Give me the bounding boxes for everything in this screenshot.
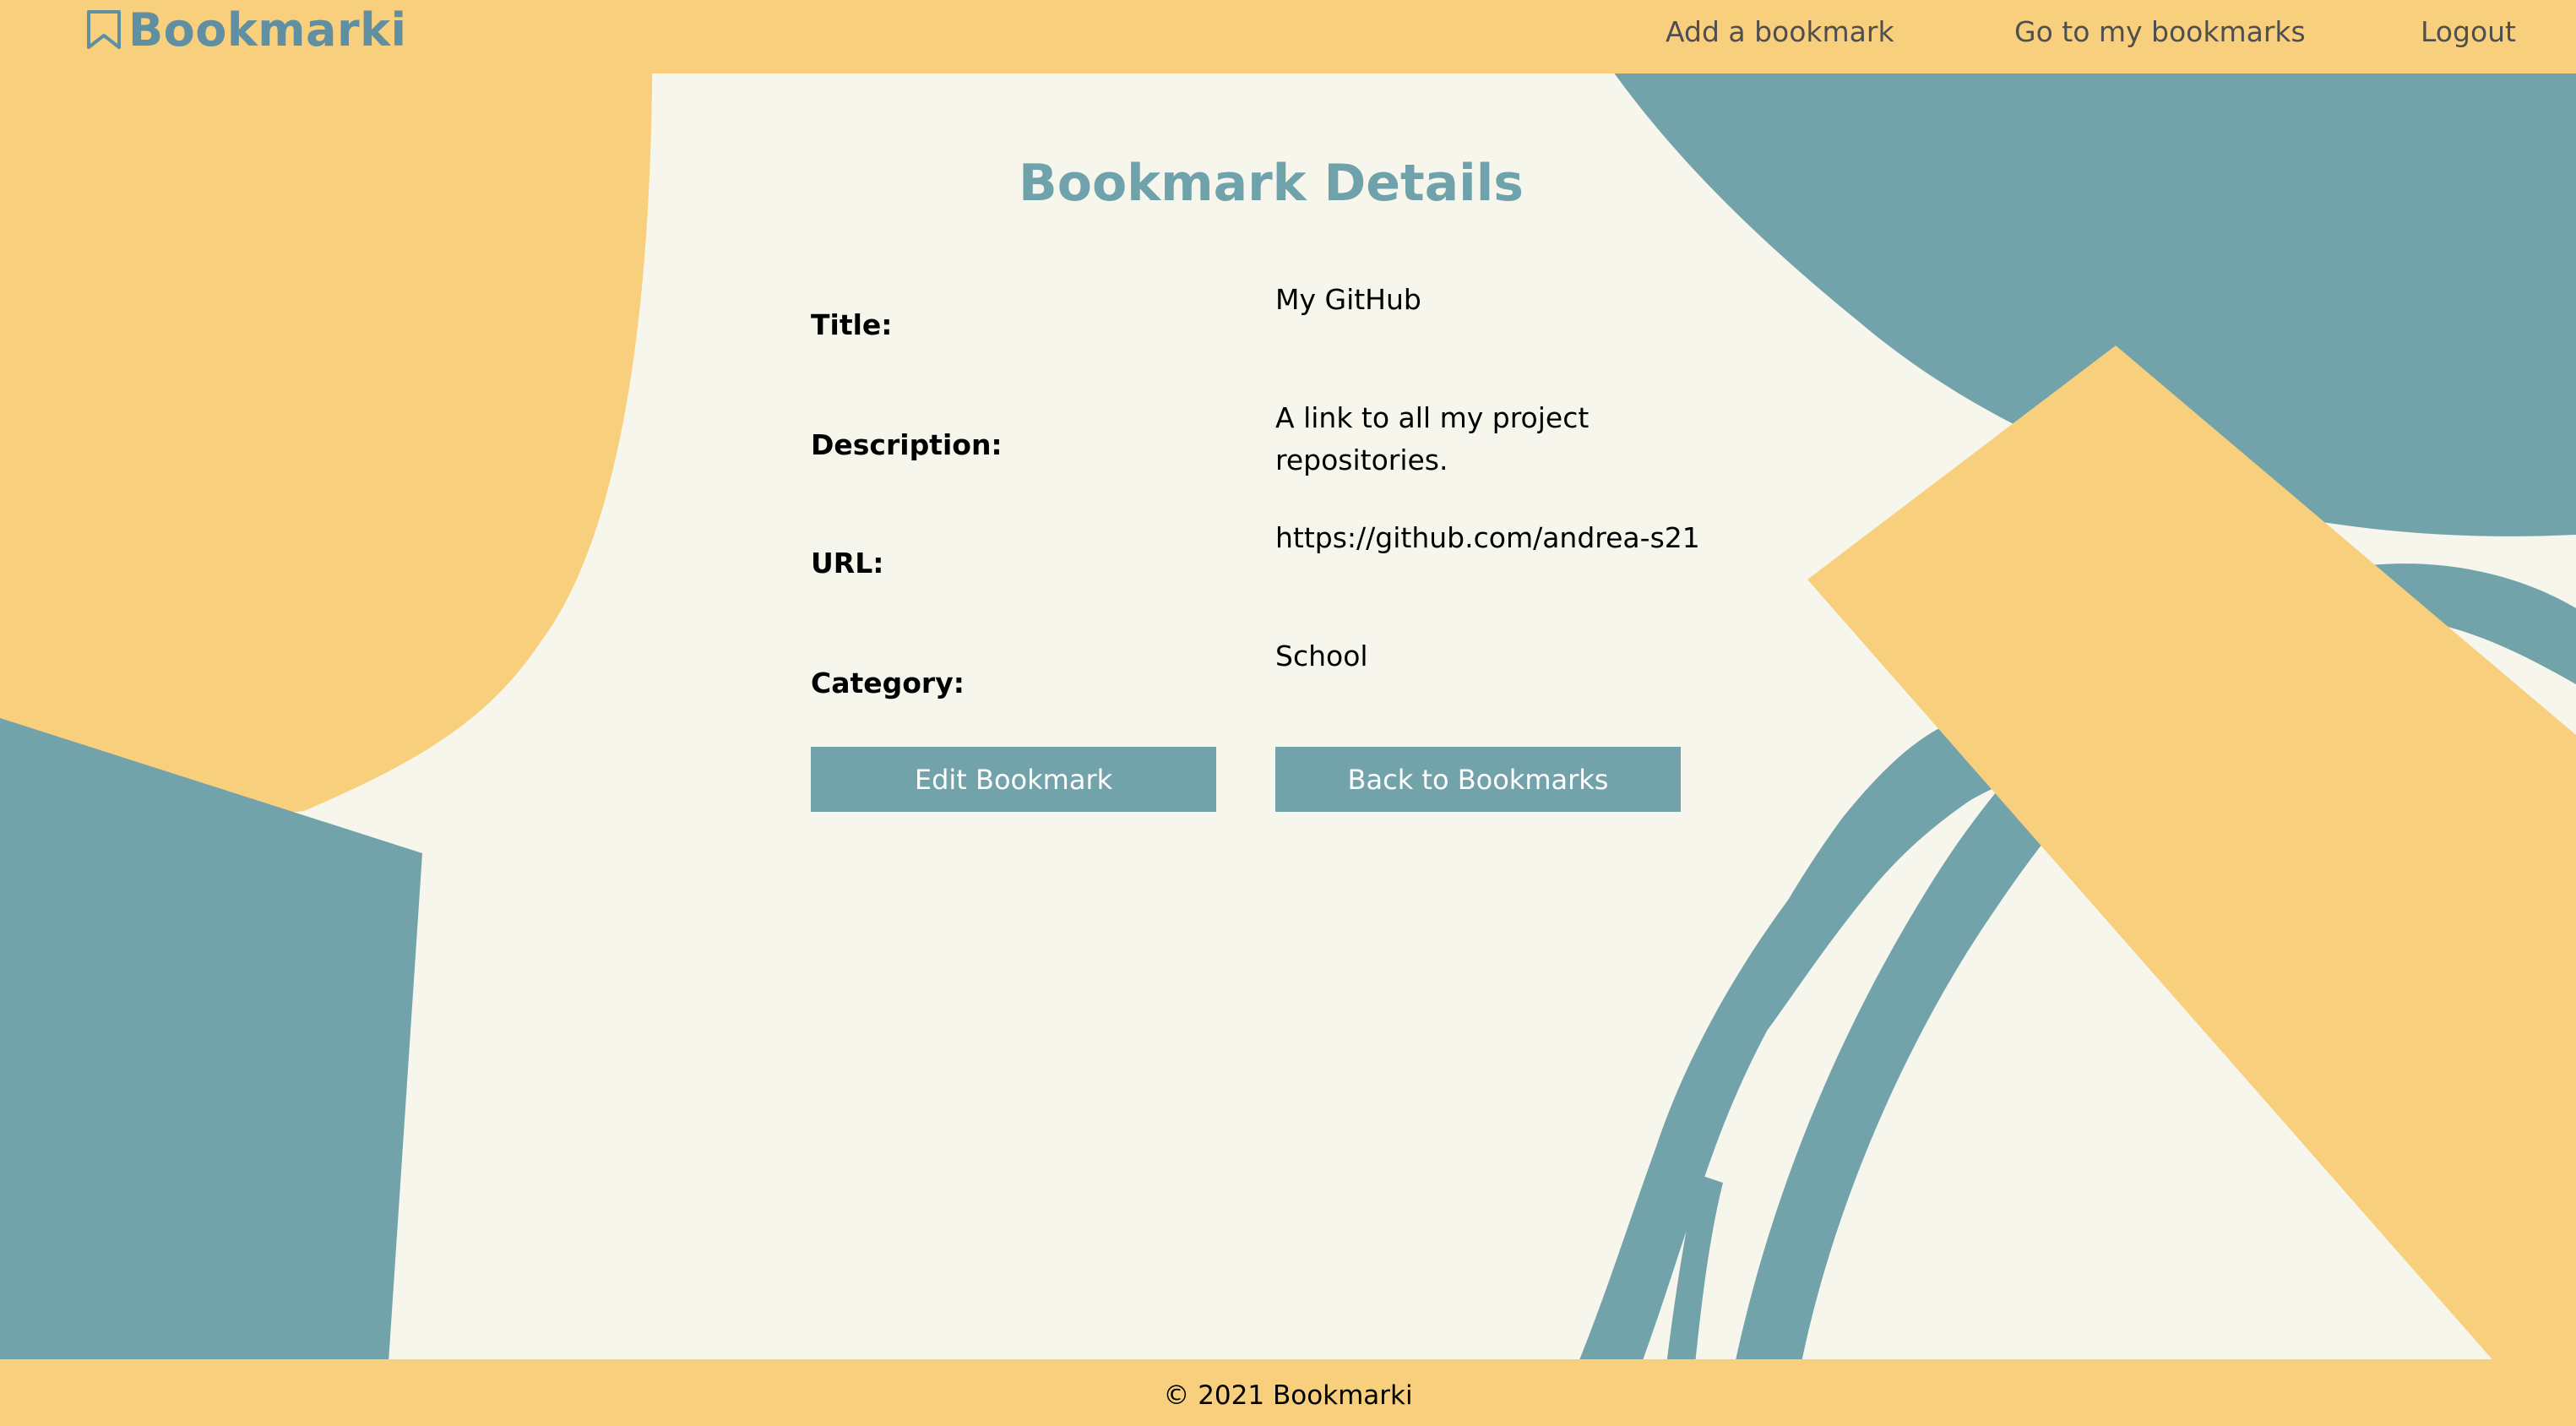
back-to-bookmarks-button[interactable]: Back to Bookmarks bbox=[1275, 747, 1681, 812]
url-value: https://github.com/andrea-s21 bbox=[1275, 521, 1700, 554]
footer-copyright: © 2021 Bookmarki bbox=[1163, 1380, 1413, 1411]
category-label: Category: bbox=[811, 667, 965, 699]
nav-add-bookmark[interactable]: Add a bookmark bbox=[1666, 15, 1894, 48]
url-label: URL: bbox=[811, 547, 884, 580]
page: Bookmarki Add a bookmark Go to my bookma… bbox=[0, 0, 2576, 1426]
footer: © 2021 Bookmarki bbox=[0, 1359, 2576, 1426]
nav-logout[interactable]: Logout bbox=[2421, 15, 2516, 48]
page-title: Bookmark Details bbox=[1019, 154, 1524, 213]
navbar: Bookmarki Add a bookmark Go to my bookma… bbox=[0, 0, 2576, 73]
edit-bookmark-button[interactable]: Edit Bookmark bbox=[811, 747, 1216, 812]
category-value: School bbox=[1275, 640, 1368, 672]
title-label: Title: bbox=[811, 308, 893, 341]
brand-logo[interactable]: Bookmarki bbox=[84, 0, 407, 59]
description-value: A link to all my project repositories. bbox=[1275, 401, 1590, 476]
nav-go-to-bookmarks[interactable]: Go to my bookmarks bbox=[2014, 15, 2306, 48]
main-content: Bookmark Details Title: My GitHub Descri… bbox=[0, 0, 2576, 1426]
brand-name: Bookmarki bbox=[128, 3, 407, 57]
description-label: Description: bbox=[811, 428, 1003, 461]
bookmark-icon bbox=[87, 10, 121, 49]
title-value: My GitHub bbox=[1275, 283, 1421, 316]
